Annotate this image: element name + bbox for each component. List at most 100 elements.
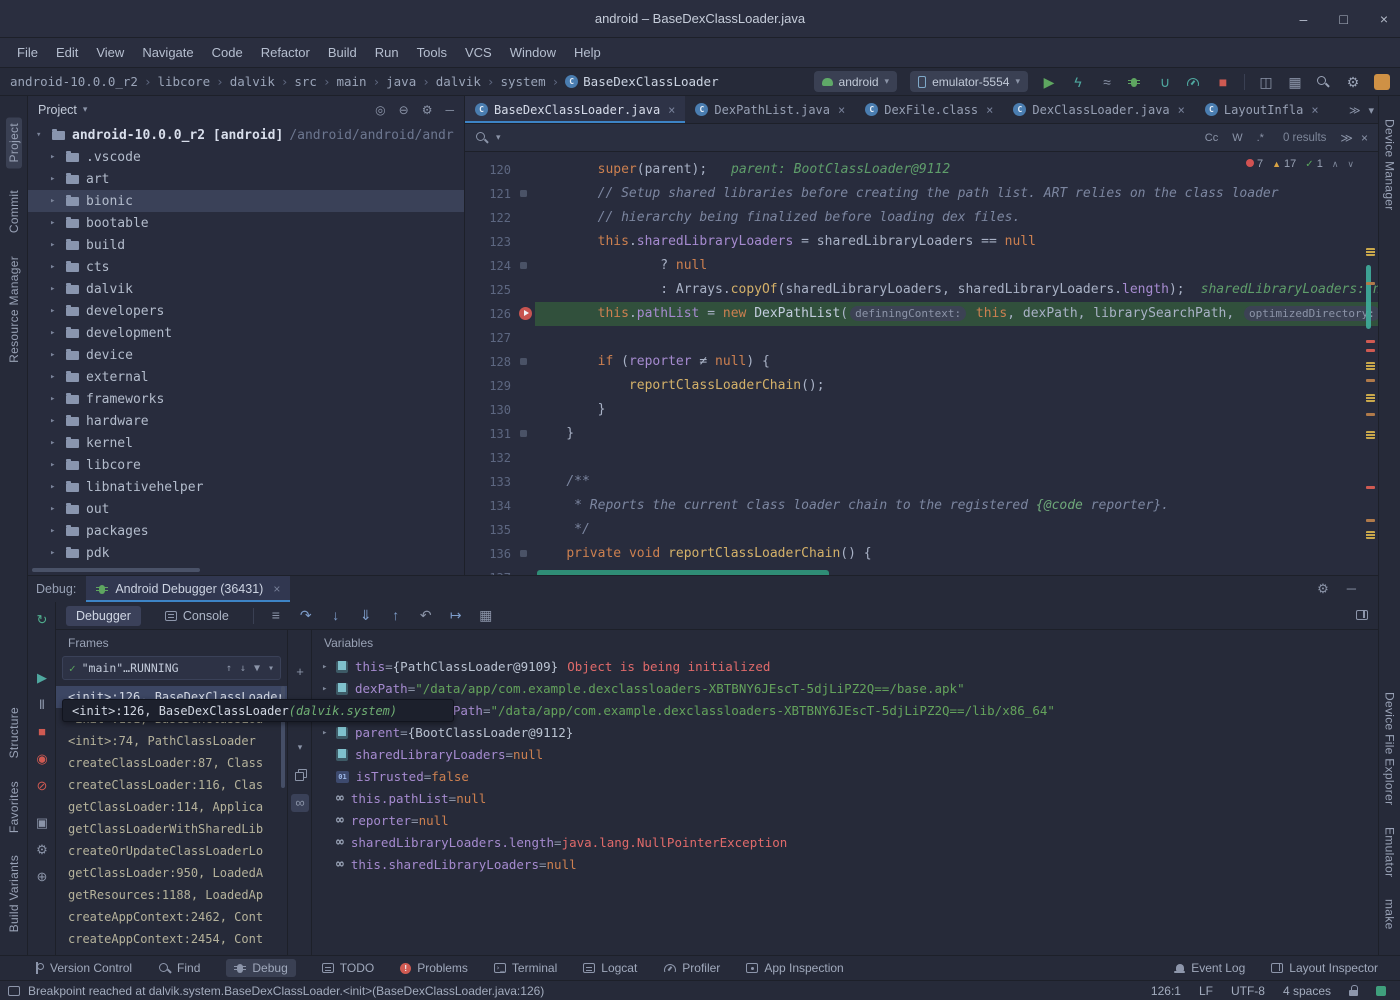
pin-button[interactable]: ⊕ xyxy=(28,869,56,885)
hamburger-icon[interactable]: ≡ xyxy=(268,607,284,624)
editor-gutter[interactable]: 124 xyxy=(465,254,535,278)
stripe-mark-red[interactable] xyxy=(1366,349,1375,352)
editor-gutter[interactable]: 128 xyxy=(465,350,535,374)
toolwindow-find[interactable]: Find xyxy=(158,961,200,975)
step-out-icon[interactable]: ↑ xyxy=(388,607,404,624)
breadcrumb-item[interactable]: java xyxy=(386,74,416,89)
caret-position[interactable]: 126:1 xyxy=(1151,984,1181,998)
toolwindow-problems[interactable]: !Problems xyxy=(400,961,468,975)
debug-session-tab[interactable]: Android Debugger (36431) × xyxy=(86,576,290,602)
tree-item-.vscode[interactable]: ▸.vscode xyxy=(28,146,464,168)
show-watches-button[interactable]: ∞ xyxy=(291,794,309,812)
code-line-128[interactable]: 128 if (reporter ≠ null) { xyxy=(465,350,1378,374)
stack-frame[interactable]: createAppContext:2462, Cont xyxy=(56,906,287,928)
stripe-mark-y3[interactable] xyxy=(1366,394,1375,402)
prev-frame-icon[interactable]: ↑ xyxy=(226,663,232,674)
view-breakpoints-button[interactable]: ◉ xyxy=(28,751,56,767)
settings-gear-button[interactable]: ⚙ xyxy=(1345,74,1361,90)
editor-gutter[interactable]: 133 xyxy=(465,470,535,494)
editor-tab-DexFile.class[interactable]: CDexFile.class× xyxy=(855,96,1003,123)
stripe-favorites[interactable]: Favorites xyxy=(7,781,21,833)
tree-item-libnativehelper[interactable]: ▸libnativehelper xyxy=(28,476,464,498)
menu-help[interactable]: Help xyxy=(565,38,610,68)
tree-item-packages[interactable]: ▸packages xyxy=(28,520,464,542)
stripe-mark-o[interactable] xyxy=(1366,282,1375,285)
stripe-mark-y3[interactable] xyxy=(1366,362,1375,370)
stripe-commit[interactable]: Commit xyxy=(7,190,21,233)
tree-item-out[interactable]: ▸out xyxy=(28,498,464,520)
stack-frame[interactable]: createClassLoader:87, Class xyxy=(56,752,287,774)
stripe-device-file-explorer[interactable]: Device File Explorer xyxy=(1383,692,1397,805)
force-step-into-icon[interactable]: ⇓ xyxy=(358,607,374,624)
stripe-build-variants[interactable]: Build Variants xyxy=(7,855,21,932)
code-line-136[interactable]: 136 private void reportClassLoaderChain(… xyxy=(465,542,1378,566)
tree-item-kernel[interactable]: ▸kernel xyxy=(28,432,464,454)
variable-row[interactable]: ▸parent = {BootClassLoader@9112} xyxy=(312,722,1378,744)
chevron-right-icon[interactable]: ▸ xyxy=(50,350,64,360)
menu-view[interactable]: View xyxy=(87,38,133,68)
maximize-button[interactable]: □ xyxy=(1339,11,1347,27)
pair-devices-button[interactable]: ▦ xyxy=(1287,74,1303,90)
toolwindow-version-control[interactable]: Version Control xyxy=(34,961,132,975)
chevron-right-icon[interactable]: ▸ xyxy=(50,306,64,316)
stripe-project[interactable]: Project xyxy=(6,117,22,168)
device-selector[interactable]: emulator-5554 ▾ xyxy=(910,71,1028,92)
chevron-right-icon[interactable]: ▸ xyxy=(50,548,64,558)
code-line-137[interactable]: 137 xyxy=(465,566,1378,575)
editor-gutter[interactable]: 130 xyxy=(465,398,535,422)
chevron-right-icon[interactable]: ▸ xyxy=(50,240,64,250)
editor-tab-BaseDexClassLoader.java[interactable]: CBaseDexClassLoader.java× xyxy=(465,96,685,123)
menu-window[interactable]: Window xyxy=(501,38,565,68)
code-line-125[interactable]: 125 : Arrays.copyOf(sharedLibraryLoaders… xyxy=(465,278,1378,302)
chevron-right-icon[interactable]: ▸ xyxy=(50,526,64,536)
tree-item-external[interactable]: ▸external xyxy=(28,366,464,388)
rerun-button[interactable]: ↻ xyxy=(28,612,56,628)
stripe-resource-manager[interactable]: Resource Manager xyxy=(7,256,21,363)
editor-gutter[interactable]: 131 xyxy=(465,422,535,446)
find-toggle[interactable]: W xyxy=(1227,130,1247,146)
stripe-emulator[interactable]: Emulator xyxy=(1383,827,1397,877)
apply-changes-button[interactable]: ϟ xyxy=(1070,74,1086,90)
line-separator[interactable]: LF xyxy=(1199,984,1213,998)
editor-gutter[interactable]: 122 xyxy=(465,206,535,230)
chevron-right-icon[interactable]: ▸ xyxy=(50,504,64,514)
menu-run[interactable]: Run xyxy=(366,38,408,68)
chevron-right-icon[interactable]: ▸ xyxy=(50,482,64,492)
breadcrumb-item[interactable]: android-10.0.0_r2 xyxy=(10,74,138,89)
avatar[interactable] xyxy=(1374,74,1390,90)
tree-item-frameworks[interactable]: ▸frameworks xyxy=(28,388,464,410)
chevron-right-icon[interactable]: ▸ xyxy=(50,218,64,228)
chevron-right-icon[interactable]: ▸ xyxy=(50,196,64,206)
stack-frame[interactable]: createClassLoader:116, Clas xyxy=(56,774,287,796)
run-to-cursor-icon[interactable]: ↦ xyxy=(448,607,464,624)
stack-frame[interactable]: createAppContext:2454, Cont xyxy=(56,928,287,950)
find-toggle[interactable]: Cc xyxy=(1200,130,1223,146)
step-over-icon[interactable]: ↷ xyxy=(298,607,314,624)
stack-frame[interactable]: createOrUpdateClassLoaderLo xyxy=(56,840,287,862)
lock-icon[interactable] xyxy=(1349,985,1358,996)
code-line-135[interactable]: 135 */ xyxy=(465,518,1378,542)
stripe-mark-o[interactable] xyxy=(1366,519,1375,522)
copy-icon[interactable] xyxy=(288,768,312,783)
indent-setting[interactable]: 4 spaces xyxy=(1283,984,1331,998)
debugger-settings-button[interactable]: ⚙ xyxy=(28,842,56,858)
profile-button[interactable] xyxy=(1186,78,1202,86)
fold-marker-icon[interactable] xyxy=(520,430,527,437)
tree-item-cts[interactable]: ▸cts xyxy=(28,256,464,278)
tree-item-bootable[interactable]: ▸bootable xyxy=(28,212,464,234)
fold-marker-icon[interactable] xyxy=(520,262,527,269)
mute-breakpoints-button[interactable]: ⊘ xyxy=(28,778,56,794)
code-line-124[interactable]: 124 ? null xyxy=(465,254,1378,278)
fold-marker-icon[interactable] xyxy=(520,358,527,365)
chevron-right-icon[interactable]: ▸ xyxy=(50,460,64,470)
tree-item-libcore[interactable]: ▸libcore xyxy=(28,454,464,476)
editor-tab-DexClassLoader.java[interactable]: CDexClassLoader.java× xyxy=(1003,96,1195,123)
tree-item-pdk[interactable]: ▸pdk xyxy=(28,542,464,564)
settings-gear-icon[interactable]: ⚙ xyxy=(1317,581,1329,597)
editor-gutter[interactable]: 137 xyxy=(465,566,535,575)
step-into-icon[interactable]: ↓ xyxy=(328,607,344,624)
variable-row[interactable]: ∞reporter = null xyxy=(312,810,1378,832)
add-watch-button[interactable]: + xyxy=(288,664,312,679)
debug-attach-button[interactable] xyxy=(1128,76,1144,88)
chevron-right-icon[interactable]: ▸ xyxy=(322,722,336,744)
